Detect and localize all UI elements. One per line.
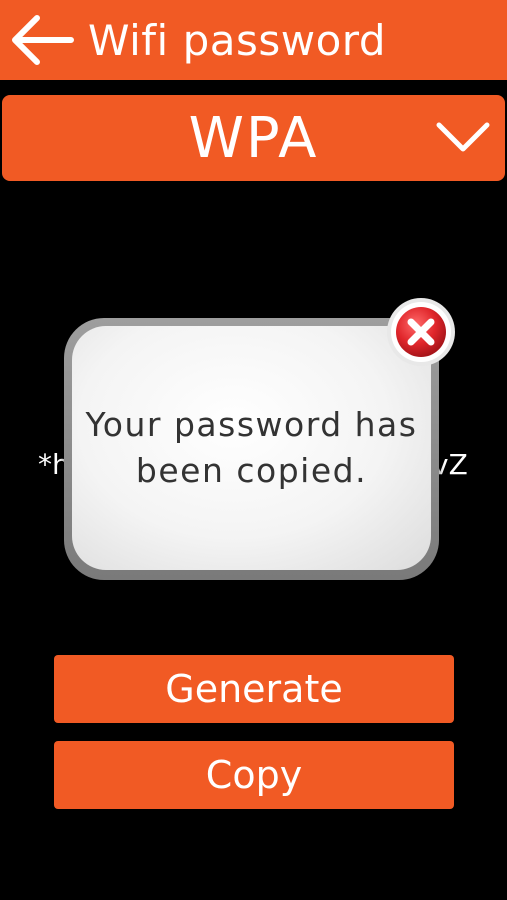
- toast-body: Your password has been copied.: [72, 326, 431, 570]
- generate-button[interactable]: Generate: [54, 655, 454, 723]
- chevron-down-icon: [436, 122, 490, 152]
- app-bar: Wifi password: [0, 0, 507, 80]
- toast-message: Your password has been copied.: [85, 405, 418, 490]
- security-type-select[interactable]: WPA: [2, 95, 505, 181]
- security-type-value: WPA: [188, 105, 319, 171]
- copied-toast: Your password has been copied.: [64, 318, 439, 580]
- back-button[interactable]: [0, 0, 82, 80]
- toast-close-button[interactable]: [385, 296, 457, 368]
- app-title: Wifi password: [88, 15, 386, 65]
- arrow-left-icon: [12, 15, 74, 65]
- close-icon: [387, 298, 455, 366]
- screen: Wifi password WPA *h vZ Generate Copy Yo…: [0, 0, 507, 900]
- copy-button[interactable]: Copy: [54, 741, 454, 809]
